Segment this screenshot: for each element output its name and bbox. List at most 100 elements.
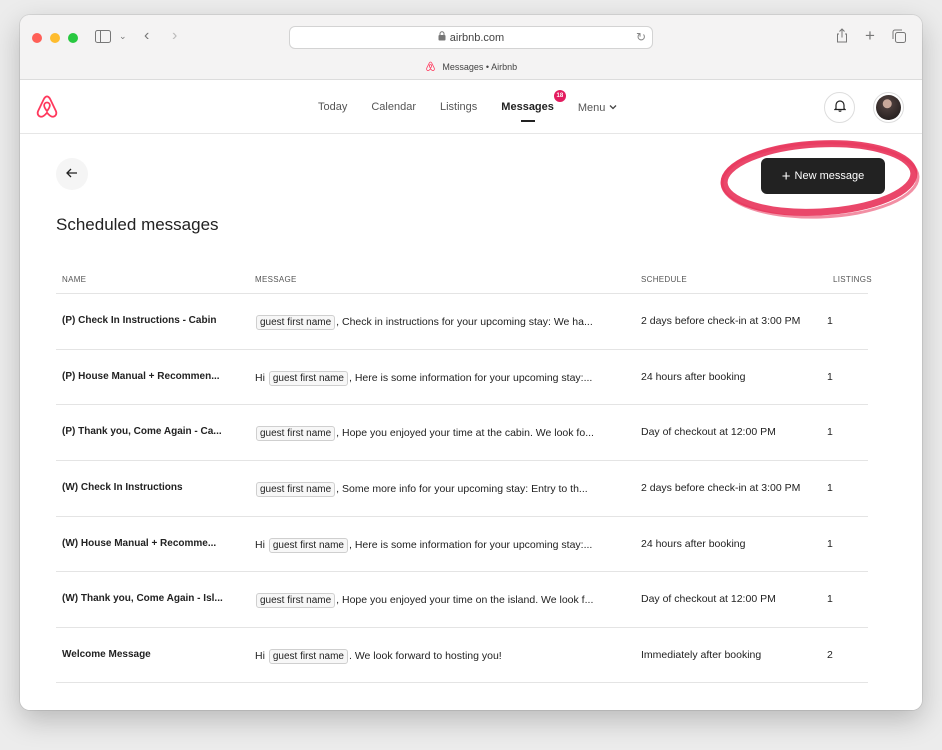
table-row[interactable]: Welcome Message Hi guest first name. We l… — [56, 627, 868, 683]
table-row[interactable]: (P) Thank you, Come Again - Ca... guest f… — [56, 404, 868, 460]
row-message: Hi guest first name, Here is some inform… — [255, 537, 621, 553]
message-text: , Check in instructions for your upcomin… — [336, 316, 593, 328]
tabs-icon[interactable] — [892, 29, 906, 45]
guest-name-tag: guest first name — [256, 593, 336, 609]
row-listings: 1 — [827, 537, 833, 550]
nav-calendar[interactable]: Calendar — [371, 101, 416, 113]
message-text: . We look forward to hosting you! — [349, 650, 502, 663]
message-text: , Hope you enjoyed your time on the isla… — [336, 594, 594, 607]
guest-name-tag: guest first name — [256, 315, 336, 330]
page-title: Scheduled messages — [56, 215, 219, 234]
row-name: (P) House Manual + Recommen... — [62, 370, 220, 382]
row-name: Welcome Message — [62, 649, 151, 661]
main-content: + New message Scheduled messages NAME ME… — [20, 135, 922, 710]
message-text: , Hope you enjoyed your time at the cabi… — [336, 427, 594, 440]
table-header: NAME MESSAGE SCHEDULE LISTINGS — [56, 265, 872, 293]
row-message: guest first name, Hope you enjoyed your … — [255, 593, 621, 609]
nav-messages[interactable]: Messages 18 — [501, 90, 566, 122]
row-message: guest first name, Some more info for you… — [255, 482, 621, 498]
reload-icon[interactable]: ↻ — [636, 30, 646, 44]
row-schedule: 2 days before check-in at 3:00 PM — [641, 315, 801, 327]
guest-name-tag: guest first name — [268, 649, 348, 665]
back-button[interactable] — [56, 158, 88, 190]
notifications-button[interactable] — [824, 92, 855, 123]
table-row[interactable]: (W) Check In Instructions guest first nam… — [56, 460, 868, 516]
close-window-button[interactable] — [32, 33, 42, 43]
row-name: (W) House Manual + Recomme... — [62, 537, 217, 549]
airbnb-favicon — [425, 61, 436, 74]
message-prefix: Hi — [255, 538, 265, 551]
guest-name-tag: guest first name — [268, 537, 348, 553]
row-schedule: Immediately after booking — [641, 649, 762, 662]
messages-badge: 18 — [553, 90, 566, 102]
new-message-label: New message — [794, 170, 865, 182]
table-body: (P) Check In Instructions - Cabin guest f… — [56, 293, 868, 683]
row-name: (P) Thank you, Come Again - Ca... — [62, 426, 222, 438]
row-message: Hi guest first name, Here is some inform… — [255, 370, 621, 386]
top-navigation: Today Calendar Listings Messages 18 Menu — [20, 80, 922, 134]
message-text: , Here is some information for your upco… — [349, 371, 593, 384]
row-message: guest first name, Check in instructions … — [255, 315, 621, 330]
row-listings: 1 — [827, 593, 833, 606]
row-listings: 1 — [827, 370, 833, 383]
row-listings: 1 — [827, 482, 833, 495]
forward-nav-icon[interactable]: › — [172, 28, 177, 44]
row-name: (W) Check In Instructions — [62, 482, 183, 494]
back-arrow-icon — [66, 165, 78, 183]
plus-icon: + — [781, 167, 791, 185]
tab-title-text: Messages • Airbnb — [442, 62, 518, 72]
guest-name-tag: guest first name — [256, 426, 336, 442]
nav-menu[interactable]: Menu — [578, 101, 618, 114]
airbnb-logo[interactable] — [34, 94, 60, 125]
row-schedule: Day of checkout at 12:00 PM — [641, 593, 776, 606]
table-row[interactable]: (W) Thank you, Come Again - Isl... guest … — [56, 571, 868, 627]
row-schedule: 2 days before check-in at 3:00 PM — [641, 482, 801, 495]
row-listings: 1 — [827, 426, 833, 439]
sidebar-icon[interactable] — [95, 30, 111, 45]
browser-chrome: ⌄ ‹ › airbnb.com ↻ + Messages • Airbnb — [20, 15, 922, 80]
row-message: Hi guest first name. We look forward to … — [255, 649, 621, 665]
message-text: , Some more info for your upcoming stay:… — [336, 483, 588, 496]
nav-links: Today Calendar Listings Messages 18 Menu — [318, 80, 641, 134]
tab-title[interactable]: Messages • Airbnb — [20, 61, 922, 74]
message-prefix: Hi — [255, 650, 265, 663]
table-row[interactable]: (P) Check In Instructions - Cabin guest f… — [56, 293, 868, 349]
nav-today[interactable]: Today — [318, 101, 347, 113]
row-listings: 2 — [827, 649, 833, 662]
chevron-down-icon[interactable]: ⌄ — [119, 32, 127, 41]
header-schedule[interactable]: SCHEDULE — [641, 275, 687, 284]
guest-name-tag: guest first name — [268, 370, 348, 386]
row-listings: 1 — [827, 315, 833, 327]
guest-name-tag: guest first name — [256, 482, 336, 498]
lock-icon — [438, 31, 446, 44]
minimize-window-button[interactable] — [50, 33, 60, 43]
scheduled-messages-table: NAME MESSAGE SCHEDULE LISTINGS (P) Check… — [56, 265, 872, 683]
url-text: airbnb.com — [449, 31, 505, 44]
header-listings[interactable]: LISTINGS — [833, 275, 872, 284]
share-icon[interactable] — [836, 28, 848, 45]
nav-messages-label: Messages — [501, 101, 554, 113]
message-text: , Here is some information for your upco… — [349, 538, 593, 551]
address-bar[interactable]: airbnb.com ↻ — [289, 26, 653, 49]
bell-icon — [833, 99, 846, 117]
avatar-image — [876, 95, 901, 120]
new-tab-icon[interactable]: + — [865, 27, 875, 44]
header-name[interactable]: NAME — [62, 275, 86, 284]
new-message-button[interactable]: + New message — [761, 158, 885, 194]
row-schedule: 24 hours after booking — [641, 370, 746, 383]
profile-avatar[interactable] — [873, 92, 904, 123]
message-prefix: Hi — [255, 371, 265, 384]
back-nav-icon[interactable]: ‹ — [144, 28, 149, 44]
row-schedule: Day of checkout at 12:00 PM — [641, 426, 776, 439]
zoom-window-button[interactable] — [68, 33, 78, 43]
row-message: guest first name, Hope you enjoyed your … — [255, 426, 621, 442]
nav-menu-label: Menu — [577, 101, 606, 114]
table-row[interactable]: (P) House Manual + Recommen... Hi guest f… — [56, 348, 868, 405]
browser-window: ⌄ ‹ › airbnb.com ↻ + Messages • Airbnb T… — [20, 15, 922, 710]
window-controls — [32, 33, 78, 43]
row-name: (P) Check In Instructions - Cabin — [62, 315, 217, 326]
header-message[interactable]: MESSAGE — [255, 275, 297, 284]
row-name: (W) Thank you, Come Again - Isl... — [62, 593, 223, 605]
nav-listings[interactable]: Listings — [440, 101, 477, 113]
table-row[interactable]: (W) House Manual + Recomme... Hi guest fi… — [56, 515, 868, 572]
